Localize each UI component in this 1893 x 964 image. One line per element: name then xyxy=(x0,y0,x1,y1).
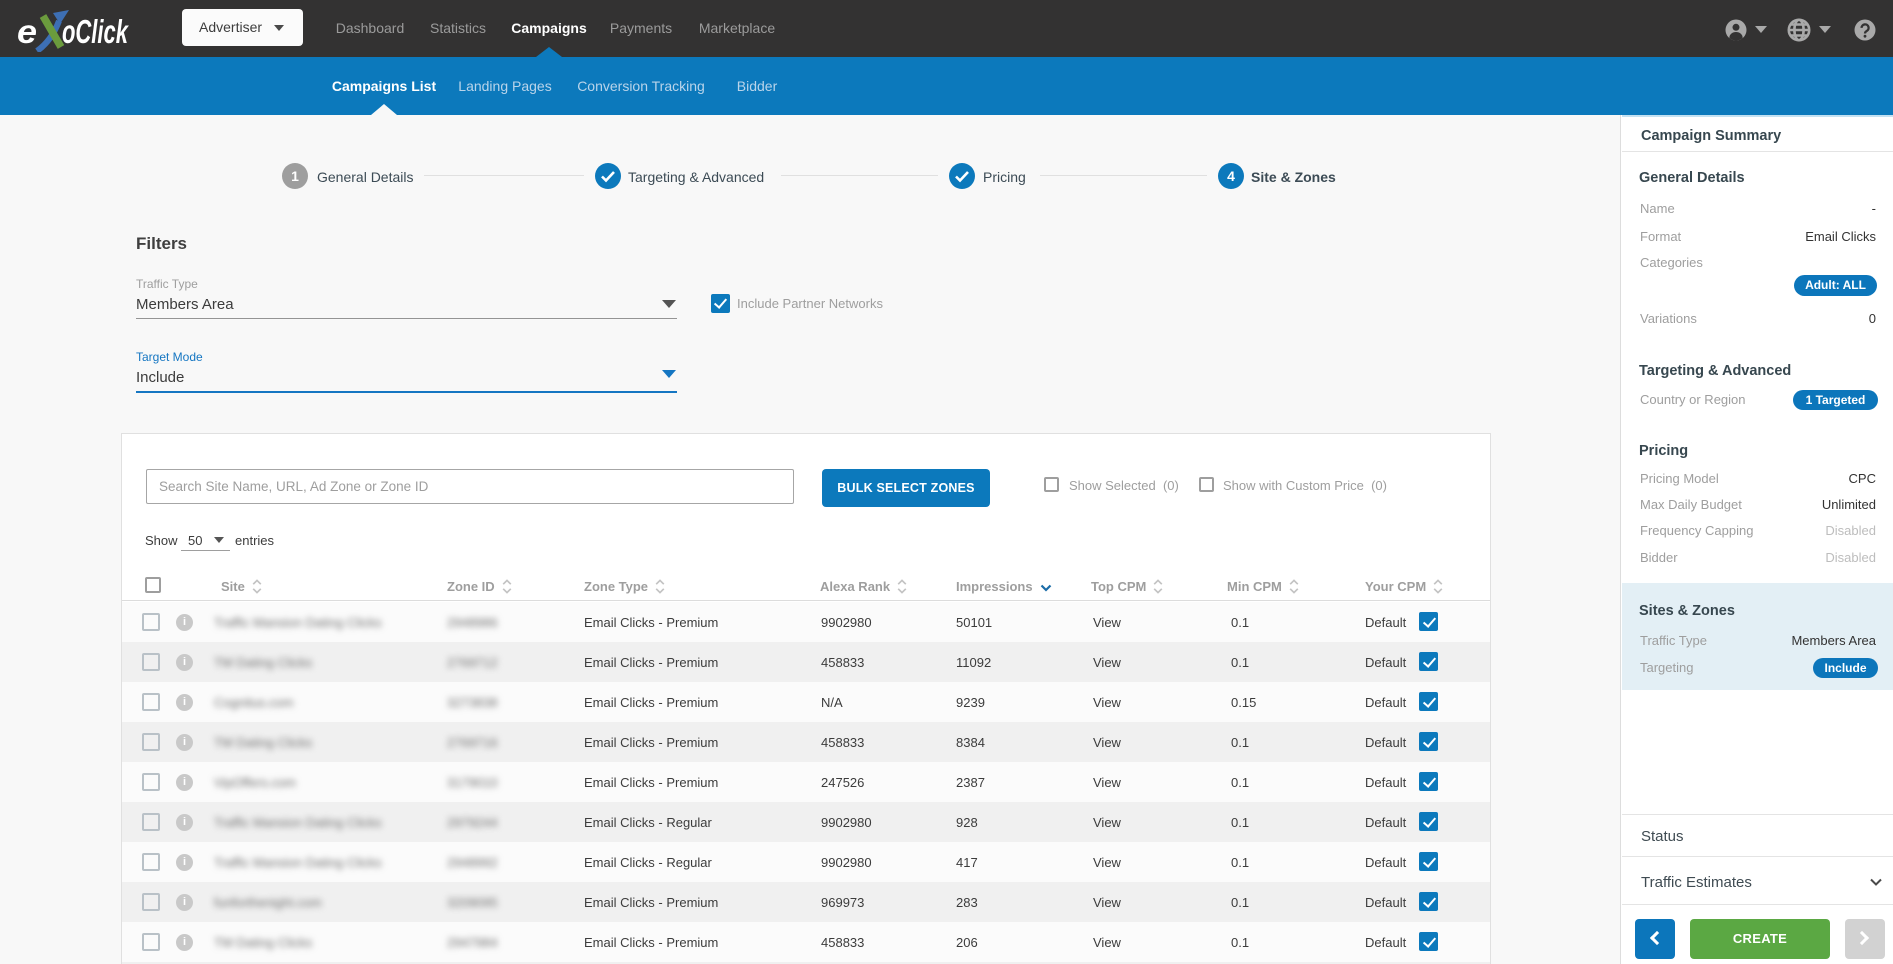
svg-text:e: e xyxy=(17,13,37,50)
svg-text:oClick: oClick xyxy=(62,13,129,50)
